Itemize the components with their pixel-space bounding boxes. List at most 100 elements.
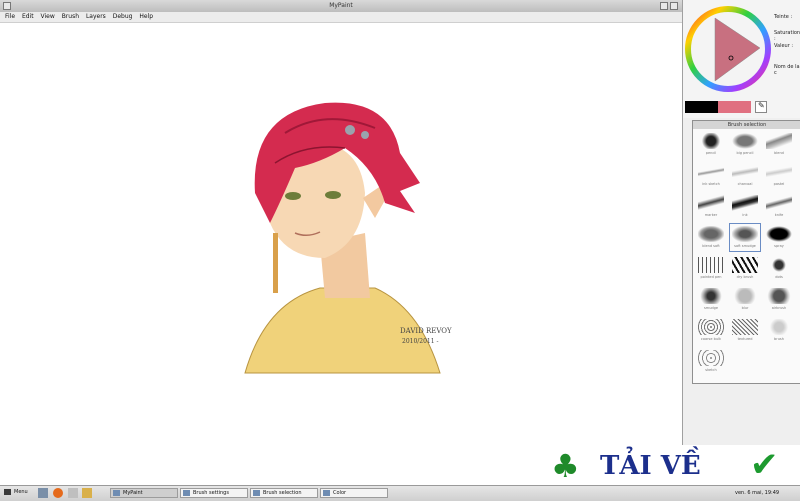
app-icon: [183, 490, 190, 496]
desktop-icon[interactable]: [38, 488, 48, 498]
brush-name: coarse bulk: [700, 337, 722, 341]
brush-name: knife: [774, 213, 784, 217]
start-menu-button[interactable]: Menu: [2, 488, 34, 498]
brush-name: pastel: [773, 182, 785, 186]
brush-name: ink: [742, 213, 748, 217]
task-brush-selection[interactable]: Brush selection: [250, 488, 318, 498]
brush-item[interactable]: pastel: [764, 162, 794, 189]
brush-name: pointed pen: [700, 275, 722, 279]
signature-line-2: 2010/2011 -: [402, 338, 439, 345]
brush-item[interactable]: blur: [730, 286, 760, 313]
brush-item[interactable]: sketch: [696, 348, 726, 375]
brush-item[interactable]: airbrush: [764, 286, 794, 313]
brush-item[interactable]: knife: [764, 193, 794, 220]
brush-name: blur: [741, 306, 749, 310]
task-brush-settings[interactable]: Brush settings: [180, 488, 248, 498]
task-color[interactable]: Color: [320, 488, 388, 498]
value-label: Valeur :: [774, 43, 794, 49]
app-icon: [253, 490, 260, 496]
brush-name: dots: [775, 275, 783, 279]
brush-preview: [698, 288, 724, 304]
brush-preview: [732, 226, 758, 242]
brush-preview: [698, 350, 724, 366]
brush-name: pencil: [705, 151, 717, 155]
menu-layers[interactable]: Layers: [86, 13, 106, 20]
color-wheel[interactable]: [685, 6, 771, 92]
brush-item[interactable]: blend soft: [696, 224, 726, 251]
brush-item[interactable]: ink: [730, 193, 760, 220]
window-title: MyPaint: [329, 2, 353, 9]
menu-edit[interactable]: Edit: [22, 13, 34, 20]
menu-view[interactable]: View: [41, 13, 55, 20]
clover-icon: ♣: [551, 447, 580, 485]
brush-preview: [732, 195, 758, 211]
brush-name: charcoal: [737, 182, 753, 186]
firefox-icon[interactable]: [53, 488, 63, 498]
current-color-swatch[interactable]: [718, 101, 751, 113]
brush-item[interactable]: coarse bulk: [696, 317, 726, 344]
brush-preview: [698, 195, 724, 211]
watermark-text: TẢI VỀ: [600, 451, 701, 481]
brush-name: sketch: [705, 368, 717, 372]
brush-preview: [766, 226, 792, 242]
brush-item[interactable]: soft smudge: [729, 223, 761, 252]
mypaint-launcher-icon[interactable]: [82, 488, 92, 498]
menu-brush[interactable]: Brush: [62, 13, 79, 20]
brush-name: marker: [704, 213, 718, 217]
brush-preview: [732, 288, 758, 304]
menu-file[interactable]: File: [5, 13, 15, 20]
brush-window-title: Brush selection: [693, 121, 800, 129]
brush-preview: [766, 257, 792, 273]
app-icon: [323, 490, 330, 496]
brush-item[interactable]: dots: [764, 255, 794, 282]
clock: ven. 6 mai, 19:49: [735, 490, 780, 496]
task-label: MyPaint: [123, 490, 143, 496]
brush-name: brush: [774, 337, 784, 341]
task-mypaint[interactable]: MyPaint: [110, 488, 178, 498]
brush-preview: [766, 319, 792, 335]
saturation-label: Saturation :: [774, 30, 800, 42]
start-menu-label: Menu: [14, 489, 28, 495]
brush-preview: [732, 257, 758, 273]
brush-name: smudge: [703, 306, 719, 310]
brush-name: airbrush: [771, 306, 787, 310]
menu-icon: [4, 489, 11, 495]
eyedropper-button[interactable]: ✎: [755, 101, 767, 113]
brush-name: big pencil: [736, 151, 754, 155]
previous-color-swatch[interactable]: [685, 101, 718, 113]
task-label: Brush settings: [193, 490, 229, 496]
brush-item[interactable]: pointed pen: [696, 255, 726, 282]
menu-help[interactable]: Help: [139, 13, 153, 20]
hue-label: Teinte :: [774, 14, 793, 20]
brush-item[interactable]: brush: [764, 317, 794, 344]
brush-name: spray: [774, 244, 784, 248]
brush-item[interactable]: pencil: [696, 131, 726, 158]
brush-item[interactable]: charcoal: [730, 162, 760, 189]
brush-preview: [732, 133, 758, 149]
files-icon[interactable]: [68, 488, 78, 498]
brush-name: dry brush: [736, 275, 754, 279]
portrait-artwork: DAVID REVOY 2010/2011 -: [244, 102, 452, 374]
brush-item[interactable]: blend: [764, 131, 794, 158]
brush-selection-window: Brush selection pencil big pencil blend ink…: [692, 120, 800, 384]
brush-preview: [732, 164, 758, 180]
brush-item[interactable]: big pencil: [730, 131, 760, 158]
brush-preview: [732, 319, 758, 335]
brush-item[interactable]: marker: [696, 193, 726, 220]
brush-name: blend soft: [702, 244, 720, 248]
brush-item[interactable]: ink sketch: [696, 162, 726, 189]
brush-name: textured: [737, 337, 753, 341]
minimize-button[interactable]: [660, 2, 668, 10]
brush-item[interactable]: dry brush: [730, 255, 760, 282]
menu-debug[interactable]: Debug: [113, 13, 133, 20]
brush-item[interactable]: smudge: [696, 286, 726, 313]
maximize-button[interactable]: [670, 2, 678, 10]
color-name-label: Nom de la c: [774, 64, 800, 76]
brush-name: blend: [774, 151, 784, 155]
brush-preview: [698, 257, 724, 273]
check-icon: ✔: [750, 445, 779, 485]
menu-bar: File Edit View Brush Layers Debug Help: [0, 12, 682, 23]
drawing-canvas[interactable]: DAVID REVOY 2010/2011 -: [0, 23, 682, 485]
brush-item[interactable]: textured: [730, 317, 760, 344]
brush-item[interactable]: spray: [764, 224, 794, 251]
